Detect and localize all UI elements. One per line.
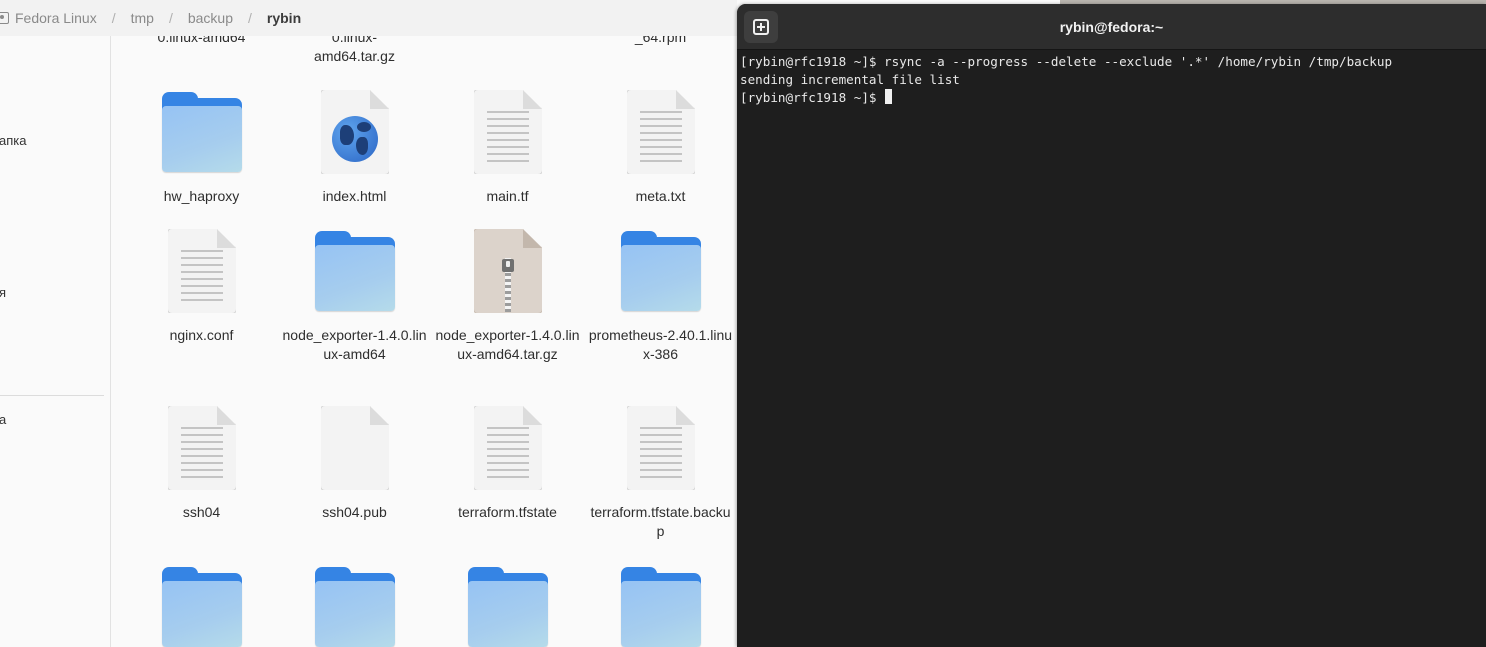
folder-icon [162, 567, 242, 647]
folder-icon [315, 231, 395, 311]
folder-icon [621, 567, 701, 647]
folder-icon [468, 567, 548, 647]
file-manager-header: Fedora Linux / tmp / backup / rybin [0, 0, 737, 36]
breadcrumb: Fedora Linux / tmp / backup / rybin [0, 0, 301, 36]
text-file-icon [627, 406, 695, 490]
file-item-folder[interactable] [278, 565, 431, 647]
file-item-terraform-tfstate[interactable]: terraform.tfstate [431, 406, 584, 522]
file-item-hw-haproxy[interactable]: hw_haproxy [125, 90, 278, 206]
globe-icon [332, 116, 378, 162]
file-item-folder[interactable] [431, 565, 584, 647]
breadcrumb-separator: / [168, 10, 173, 26]
sidebar-item-partial[interactable]: я [0, 285, 6, 300]
file-label: index.html [322, 188, 387, 204]
file-item-ssh04-pub[interactable]: ssh04.pub [278, 406, 431, 522]
blank-file-icon [321, 406, 389, 490]
sidebar-divider [0, 395, 104, 396]
terminal-line: [rybin@rfc1918 ~]$ rsync -a --progress -… [740, 54, 1393, 69]
file-item-terraform-backup[interactable]: terraform.tfstate.backup [584, 406, 737, 541]
breadcrumb-separator: / [111, 10, 116, 26]
text-file-icon [474, 90, 542, 174]
file-label: hw_haproxy [163, 188, 240, 204]
breadcrumb-separator: / [248, 10, 252, 26]
text-file-icon [168, 229, 236, 313]
file-item-index-html[interactable]: index.html [278, 90, 431, 206]
terminal-prompt: [rybin@rfc1918 ~]$ [740, 90, 885, 105]
sidebar: апка я а [0, 36, 111, 647]
text-file-icon [474, 406, 542, 490]
file-manager-window: Fedora Linux / tmp / backup / rybin апка… [0, 0, 737, 647]
file-label: _64.rpm [634, 36, 687, 45]
terminal-window[interactable]: rybin@fedora:~ [rybin@rfc1918 ~]$ rsync … [737, 4, 1486, 647]
archive-file-icon [474, 229, 542, 313]
text-file-icon [627, 90, 695, 174]
terminal-title: rybin@fedora:~ [1059, 19, 1164, 35]
file-item-prometheus[interactable]: prometheus-2.40.1.linux-386 [584, 229, 737, 364]
file-item-folder[interactable] [125, 565, 278, 647]
file-item-node-exporter-folder[interactable]: node_exporter-1.4.0.linux-amd64 [278, 229, 431, 364]
file-grid: 0.linux-amd64 0.linux- amd64.tar.gz _64.… [111, 36, 737, 647]
file-item-partial[interactable]: 0.linux-amd64 [125, 36, 278, 47]
file-item-node-exporter-archive[interactable]: node_exporter-1.4.0.linux-amd64.tar.gz [431, 229, 584, 364]
drive-icon [0, 12, 9, 24]
terminal-cursor [885, 89, 893, 104]
file-item-nginx-conf[interactable]: nginx.conf [125, 229, 278, 345]
file-label: prometheus-2.40.1.linux-386 [588, 327, 733, 362]
file-label: main.tf [486, 188, 529, 204]
file-label: nginx.conf [169, 327, 234, 343]
terminal-output[interactable]: [rybin@rfc1918 ~]$ rsync -a --progress -… [740, 53, 1480, 107]
text-file-icon [168, 406, 236, 490]
file-label: node_exporter-1.4.0.linux-amd64.tar.gz [435, 327, 580, 362]
file-item-folder[interactable] [584, 565, 737, 647]
file-item-meta-txt[interactable]: meta.txt [584, 90, 737, 206]
terminal-line: sending incremental file list [740, 72, 960, 87]
file-item-partial[interactable]: 0.linux- amd64.tar.gz [278, 36, 431, 66]
file-item-ssh04[interactable]: ssh04 [125, 406, 278, 522]
folder-icon [315, 567, 395, 647]
breadcrumb-backup[interactable]: backup [188, 10, 233, 26]
folder-icon [621, 231, 701, 311]
html-file-icon [321, 90, 389, 174]
sidebar-item-folder[interactable]: апка [0, 133, 26, 148]
file-label: 0.linux-amd64 [157, 36, 246, 45]
file-label: terraform.tfstate.backup [590, 504, 731, 539]
file-label: terraform.tfstate [458, 504, 557, 520]
file-item-main-tf[interactable]: main.tf [431, 90, 584, 206]
file-label: 0.linux- amd64.tar.gz [314, 36, 395, 64]
file-label: node_exporter-1.4.0.linux-amd64 [282, 327, 427, 362]
sidebar-item-partial-2[interactable]: а [0, 412, 6, 427]
file-item-partial[interactable]: _64.rpm [584, 36, 737, 47]
breadcrumb-fedora-linux[interactable]: Fedora Linux [15, 10, 97, 26]
file-label: meta.txt [635, 188, 686, 204]
file-label: ssh04 [182, 504, 221, 520]
breadcrumb-tmp[interactable]: tmp [131, 10, 154, 26]
terminal-header: rybin@fedora:~ [737, 4, 1486, 50]
folder-icon [162, 92, 242, 172]
file-label: ssh04.pub [322, 504, 387, 520]
breadcrumb-rybin[interactable]: rybin [267, 10, 301, 26]
